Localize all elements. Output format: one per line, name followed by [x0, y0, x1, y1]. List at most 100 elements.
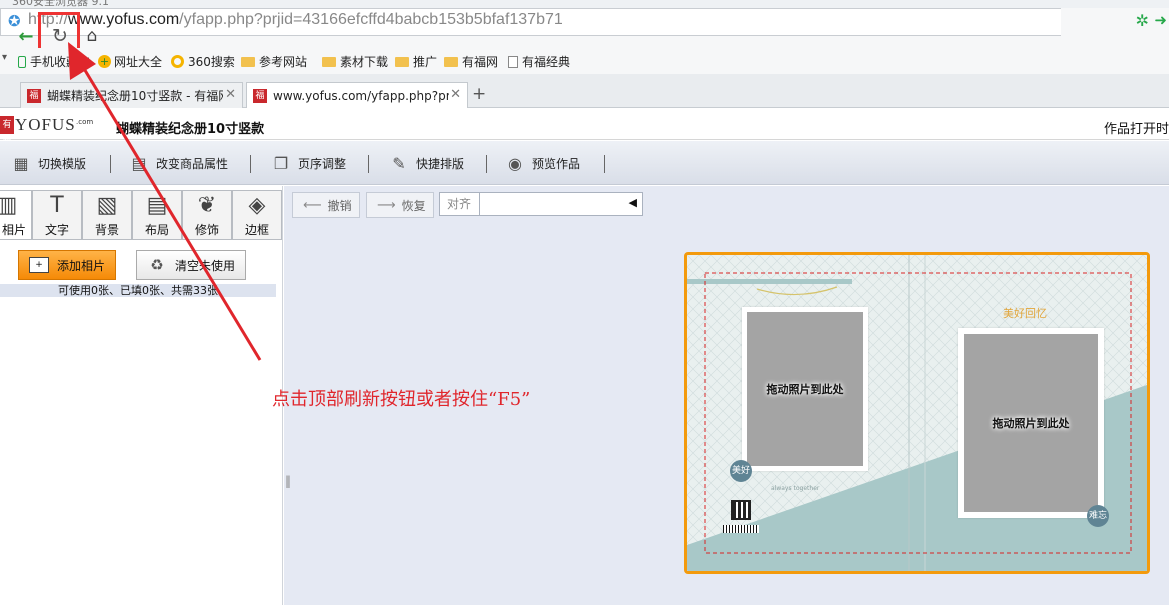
layout-icon: ▤	[146, 193, 168, 218]
tab-frame[interactable]: ◈ 边框	[232, 190, 282, 240]
bookmarks-bar: ▾ 手机收藏夹 + 网址大全 360搜索 参考网站 素材下载 推广 有福网 有福经…	[0, 48, 1169, 74]
clear-unused-button[interactable]: ♻ 清空未使用	[136, 250, 246, 280]
pages-icon: ❐	[273, 153, 289, 173]
bookmark-label: 推广	[413, 55, 438, 69]
bookmark-item[interactable]: 有福经典	[508, 53, 570, 70]
drop-hint-label: 拖动照片到此处	[992, 417, 1070, 430]
folder-icon	[444, 56, 458, 67]
bookmark-label: 素材下载	[340, 55, 389, 69]
tab-label: 布局	[144, 223, 169, 237]
toolbar-divider	[486, 155, 487, 173]
bookmark-item[interactable]: 参考网站	[241, 53, 307, 70]
search-360-icon	[171, 55, 184, 68]
tab-decoration[interactable]: ❦ 修饰	[182, 190, 232, 240]
page-security-icon: ✪	[8, 12, 21, 30]
switch-template-button[interactable]: ▦ 切换模版	[10, 153, 86, 173]
folder-icon	[395, 56, 409, 67]
panel-splitter-handle[interactable]: ‖	[285, 474, 291, 488]
bookmark-item[interactable]: 有福网	[444, 53, 498, 70]
browser-navbar: ← ↻ ⌂ ✪ http://www.yofus.com/yfapp.php?p…	[0, 8, 1169, 48]
album-page-preview[interactable]: 拖动照片到此处 拖动照片到此处 美好 难忘 美好回忆 always togeth…	[684, 252, 1150, 574]
toolbar-divider	[250, 155, 251, 173]
home-icon: ⌂	[86, 26, 98, 46]
close-tab-icon[interactable]: ✕	[225, 87, 236, 102]
bookmarks-menu-arrow-icon[interactable]: ▾	[2, 52, 7, 63]
photo-drop-slot-left[interactable]: 拖动照片到此处	[747, 312, 863, 466]
window-titlebar: 360安全浏览器 9.1	[0, 0, 1169, 8]
url-path: /yfapp.php?prjid=43166efcffd4babcb153b5b…	[179, 11, 563, 28]
logo-suffix: .com	[76, 118, 94, 126]
button-label: 清空未使用	[175, 258, 236, 273]
folder-icon	[241, 56, 255, 67]
text-icon: T	[50, 193, 64, 218]
qr-code-icon	[731, 500, 751, 520]
extension-gear-icon[interactable]: ✲	[1136, 11, 1149, 30]
tab-label: 修饰	[194, 223, 219, 237]
undo-arrow-icon: ⟵	[303, 197, 322, 213]
browser-tab-active[interactable]: 福 www.yofus.com/yfapp.php?prjid ✕	[246, 82, 468, 108]
bookmark-label: 网址大全	[114, 55, 163, 69]
toolbar-divider	[368, 155, 369, 173]
toolbar-label: 页序调整	[298, 156, 347, 171]
drop-hint-label: 拖动照片到此处	[766, 383, 844, 396]
site-favicon-icon: 福	[253, 88, 267, 103]
tab-label: 文字	[44, 223, 69, 237]
new-tab-plus-icon[interactable]: +	[472, 84, 486, 104]
product-title: 蝴蝶精装纪念册10寸竖款	[116, 122, 265, 137]
bookmark-label: 参考网站	[259, 55, 308, 69]
toolbar-label: 切换模版	[38, 156, 87, 171]
film-icon: ▥	[0, 193, 18, 218]
toolbar-label: 快捷排版	[416, 156, 465, 171]
change-product-attributes-button[interactable]: ▤ 改变商品属性	[128, 153, 228, 173]
bookmark-label: 360搜索	[188, 55, 235, 69]
badge-right: 难忘	[1087, 505, 1109, 527]
bookmark-item[interactable]: 素材下载	[322, 53, 388, 70]
bookmark-item[interactable]: 360搜索	[171, 53, 235, 70]
grid-icon: ▦	[13, 153, 29, 173]
window-title: 360安全浏览器 9.1	[12, 0, 109, 8]
site-logo[interactable]: YOFUS	[15, 115, 76, 135]
bookmark-item[interactable]: + 网址大全	[98, 53, 162, 70]
tab-layout[interactable]: ▤ 布局	[132, 190, 182, 240]
barcode-icon	[723, 525, 759, 533]
title-decoration: 美好回忆	[1003, 307, 1047, 320]
tab-underline	[0, 239, 282, 240]
tab-label: 蝴蝶精装纪念册10寸竖款 - 有福网	[47, 89, 223, 103]
toolbar-label: 预览作品	[532, 156, 581, 171]
align-dropdown[interactable]: 对齐 ◀	[439, 192, 643, 216]
folder-icon	[322, 56, 336, 67]
button-label: 撤销	[327, 198, 352, 213]
tab-text[interactable]: T 文字	[32, 190, 82, 240]
quick-layout-button[interactable]: ✎ 快捷排版	[388, 153, 464, 173]
tab-bar: 福 蝴蝶精装纪念册10寸竖款 - 有福网 ✕ 福 www.yofus.com/y…	[0, 74, 1169, 108]
preview-button[interactable]: ◉ 预览作品	[504, 153, 580, 173]
add-photo-button[interactable]: + 添加相片	[18, 250, 116, 280]
dropdown-arrow-icon[interactable]: ◀	[629, 196, 637, 209]
bookmark-item[interactable]: 推广	[395, 53, 437, 70]
photo-drop-slot-right[interactable]: 拖动照片到此处	[964, 334, 1098, 512]
redo-button[interactable]: ⟶ 恢复	[366, 192, 434, 218]
tab-background[interactable]: ▧ 背景	[82, 190, 132, 240]
button-label: 恢复	[401, 198, 426, 213]
phone-icon	[18, 55, 26, 68]
bookmark-item[interactable]: 手机收藏夹	[18, 53, 90, 70]
url-text[interactable]: http://www.yofus.com/yfapp.php?prjid=431…	[28, 11, 563, 29]
browser-tab[interactable]: 福 蝴蝶精装纪念册10寸竖款 - 有福网 ✕	[20, 82, 243, 108]
web-directory-icon: +	[98, 55, 111, 68]
button-label: 添加相片	[57, 258, 106, 273]
page-order-button[interactable]: ❐ 页序调整	[270, 153, 346, 173]
tab-label: 边框	[244, 223, 269, 237]
editor-toolbar: ▦ 切换模版 ▤ 改变商品属性 ❐ 页序调整 ✎ 快捷排版 ◉ 预览作品	[0, 141, 1169, 185]
redo-arrow-icon: ⟶	[377, 197, 396, 213]
tab-label: www.yofus.com/yfapp.php?prjid	[273, 88, 449, 103]
eye-icon: ◉	[508, 153, 522, 173]
tab-photos[interactable]: ▥ 相片	[0, 190, 32, 240]
image-plus-icon: +	[29, 257, 49, 273]
close-tab-icon[interactable]: ✕	[450, 87, 461, 102]
go-arrow-icon[interactable]: ➜	[1154, 11, 1167, 29]
address-bar[interactable]: ✪ http://www.yofus.com/yfapp.php?prjid=4…	[0, 8, 1167, 36]
document-icon	[508, 55, 518, 68]
url-domain: www.yofus.com	[68, 11, 180, 28]
undo-button[interactable]: ⟵ 撤销	[292, 192, 360, 218]
bookmark-label: 有福网	[462, 55, 499, 69]
